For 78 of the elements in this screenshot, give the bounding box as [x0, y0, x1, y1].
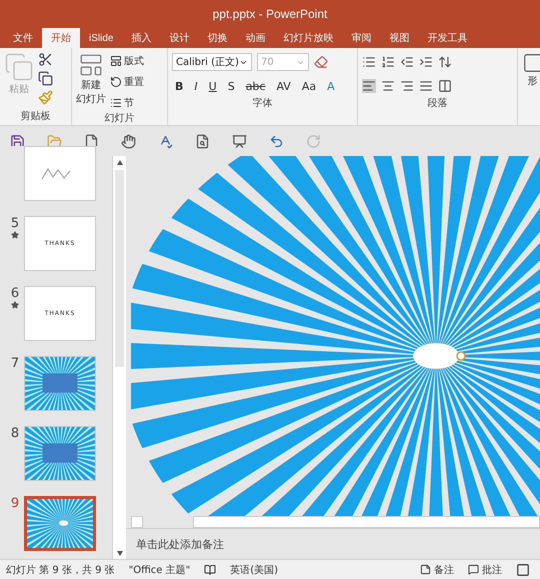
decrease-indent-icon[interactable]: [400, 55, 414, 69]
notes-placeholder[interactable]: 单击此处添加备注: [136, 536, 224, 552]
slide-layout-icon[interactable]: [78, 52, 104, 78]
new-slide-button[interactable]: 新建 幻灯片: [76, 52, 106, 111]
group-label: 字体: [252, 96, 272, 111]
undo-icon[interactable]: [269, 134, 284, 148]
scroll-down-icon[interactable]: [116, 550, 122, 556]
ribbon-tab[interactable]: 视图: [380, 28, 418, 48]
language-label[interactable]: 英语(美国): [230, 562, 278, 576]
notes-icon[interactable]: [420, 564, 431, 575]
layout-icon[interactable]: [110, 54, 122, 66]
comments-button[interactable]: 批注: [468, 562, 502, 576]
slide-number: 7: [10, 356, 20, 371]
group-label: 剪贴板: [20, 110, 50, 124]
ribbon-tab[interactable]: 文件: [4, 28, 42, 48]
format-button[interactable]: A: [324, 77, 338, 95]
sunburst-thumbnail-drawing: [27, 499, 93, 548]
slide-option-button[interactable]: 重置: [110, 73, 144, 90]
slideshow-icon[interactable]: [232, 134, 247, 148]
slide-number: 9: [10, 496, 20, 511]
font-name-field[interactable]: Calibri (正文): [172, 53, 252, 71]
align-left-icon[interactable]: [362, 79, 376, 93]
slide-number: 6: [10, 286, 20, 301]
ribbon-tab[interactable]: 动画: [236, 28, 274, 48]
align-right-icon[interactable]: [400, 79, 414, 93]
format-button[interactable]: AV: [273, 77, 294, 95]
eraser-icon[interactable]: [314, 55, 328, 69]
new-file-icon[interactable]: [84, 134, 99, 148]
notes-button[interactable]: 备注: [420, 562, 454, 576]
ribbon-tab[interactable]: 切换: [198, 28, 236, 48]
slide-number: 8: [10, 426, 20, 441]
slide-thumbnail[interactable]: [24, 146, 96, 201]
sunburst-thumbnail-drawing: [25, 357, 95, 410]
window-title: ppt.pptx - PowerPoint: [212, 7, 328, 21]
ribbon-tab[interactable]: 开始: [42, 28, 80, 48]
theme-name: "Office 主题": [128, 564, 190, 576]
format-button[interactable]: B: [172, 77, 186, 95]
book-icon[interactable]: [204, 564, 216, 576]
format-button[interactable]: S: [224, 77, 238, 95]
comment-icon[interactable]: [468, 564, 479, 575]
ribbon-tab[interactable]: iSlide: [80, 28, 122, 48]
numbered-list-icon[interactable]: [381, 55, 395, 69]
slide-thumbnail[interactable]: [24, 426, 96, 481]
spelling-icon[interactable]: [158, 134, 173, 148]
slide-number: 5: [10, 216, 20, 231]
touch-mode-icon[interactable]: [121, 134, 136, 148]
reset-icon[interactable]: [110, 76, 122, 88]
slide-count: 幻灯片 第 9 张，共 9 张: [6, 564, 115, 576]
slide-option-button[interactable]: 节: [110, 94, 144, 111]
justify-icon[interactable]: [419, 79, 433, 93]
print-preview-icon[interactable]: [195, 134, 210, 148]
ribbon-tab[interactable]: 开发工具: [418, 28, 476, 48]
ribbon-tab[interactable]: 设计: [160, 28, 198, 48]
sunburst-thumbnail-drawing: [25, 427, 95, 480]
slide-thumbnail[interactable]: [24, 356, 96, 411]
increase-indent-icon[interactable]: [419, 55, 433, 69]
ribbon-tab[interactable]: 审阅: [342, 28, 380, 48]
cut-icon[interactable]: [38, 52, 53, 67]
shape-button[interactable]: 形: [522, 52, 540, 88]
normal-view-icon[interactable]: [516, 562, 530, 576]
format-button[interactable]: U: [206, 77, 220, 95]
slide-option-button[interactable]: 版式: [110, 52, 144, 69]
line-spacing-icon[interactable]: [438, 55, 452, 69]
format-button[interactable]: I: [191, 77, 201, 95]
vertical-scrollbar[interactable]: [112, 156, 126, 559]
ribbon-tab[interactable]: 幻灯片放映: [274, 28, 342, 48]
format-button[interactable]: abc: [242, 77, 268, 95]
save-icon[interactable]: [10, 134, 25, 148]
group-label: 段落: [428, 96, 448, 111]
copy-icon[interactable]: [38, 71, 53, 86]
ribbon-tab[interactable]: 插入: [122, 28, 160, 48]
bullet-list-icon[interactable]: [362, 55, 376, 69]
columns-icon[interactable]: [438, 79, 452, 93]
scroll-up-icon[interactable]: [116, 160, 122, 164]
slide-thumbnail[interactable]: [24, 496, 96, 551]
format-button[interactable]: Aa: [298, 77, 320, 95]
align-center-icon[interactable]: [381, 79, 395, 93]
group-label: 幻灯片: [104, 112, 134, 125]
